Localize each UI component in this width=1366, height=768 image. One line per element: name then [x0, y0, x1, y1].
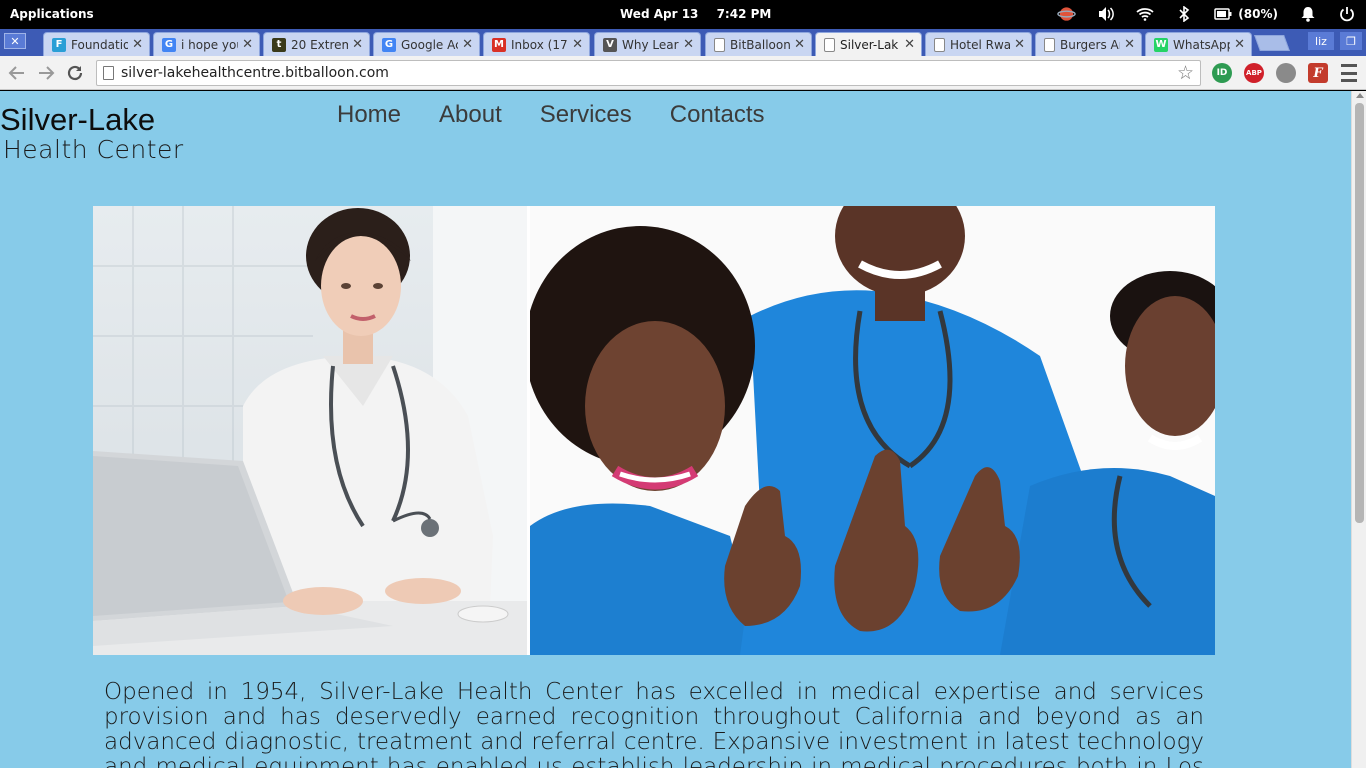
tab-favicon-icon: M — [492, 37, 506, 52]
tab-title: Silver-Lak — [840, 37, 899, 52]
hero-photo-nurses — [530, 206, 1215, 655]
browser-tab[interactable]: Silver-Lak ✕ — [815, 32, 922, 56]
applications-menu[interactable]: Applications — [10, 7, 94, 21]
extension-gear-icon[interactable] — [1276, 63, 1296, 83]
browser-menu-icon[interactable] — [1341, 64, 1357, 82]
nav-link-services[interactable]: Services — [540, 101, 632, 129]
tab-title: 20 Extrem — [291, 37, 349, 52]
browser-tab[interactable]: Gi hope you ✕ — [153, 32, 260, 56]
nav-link-home[interactable]: Home — [337, 101, 401, 129]
tab-title: Hotel Rwa — [950, 37, 1011, 52]
extension-id-icon[interactable]: ID — [1212, 63, 1232, 83]
tab-title: Inbox (17 — [511, 37, 568, 52]
tab-close-icon[interactable]: ✕ — [1014, 37, 1025, 52]
tab-close-icon[interactable]: ✕ — [1234, 37, 1245, 52]
tab-title: i hope you — [181, 37, 239, 52]
weather-icon[interactable] — [1057, 5, 1077, 23]
tab-close-icon[interactable]: ✕ — [572, 37, 583, 52]
page-icon — [103, 66, 114, 80]
browser-tab-strip: ✕ FFoundation✕Gi hope you✕t20 Extrem✕GGo… — [0, 29, 1366, 56]
browser-tab[interactable]: t 20 Extrem ✕ — [263, 32, 370, 56]
system-tray: (80%) — [1037, 5, 1356, 23]
tab-close-icon[interactable]: ✕ — [462, 37, 473, 52]
browser-tab[interactable]: W WhatsApp ✕ — [1145, 32, 1252, 56]
bluetooth-icon[interactable] — [1174, 5, 1193, 23]
forward-arrow-icon — [39, 66, 55, 80]
volume-icon[interactable] — [1096, 5, 1115, 23]
tab-favicon-icon: V — [603, 37, 617, 52]
browser-tab[interactable]: Hotel Rwa ✕ — [925, 32, 1032, 56]
back-button[interactable] — [6, 62, 28, 84]
tab-title: Google Ac — [401, 37, 459, 52]
tab-close-icon[interactable]: ✕ — [794, 37, 805, 52]
scrollbar-thumb[interactable] — [1355, 103, 1364, 523]
site-brand-subtitle: Health Center — [3, 135, 184, 164]
intro-paragraph: Opened in 1954, Silver-Lake Health Cente… — [104, 679, 1204, 768]
tab-favicon-icon: G — [382, 37, 396, 52]
nav-link-contacts[interactable]: Contacts — [670, 101, 765, 129]
tab-favicon-icon — [934, 37, 945, 52]
window-restore-button[interactable]: ❐ — [1340, 32, 1362, 50]
nav-link-about[interactable]: About — [439, 101, 502, 129]
browser-tab[interactable]: BitBalloon ✕ — [705, 32, 812, 56]
tab-close-icon[interactable]: ✕ — [132, 37, 143, 52]
bookmark-star-icon[interactable]: ☆ — [1177, 62, 1194, 84]
forward-button[interactable] — [35, 62, 57, 84]
tab-favicon-icon — [714, 37, 725, 52]
tab-title: Burgers Ar — [1060, 37, 1121, 52]
reload-icon — [67, 65, 83, 81]
tab-favicon-icon: F — [52, 37, 66, 52]
site-nav: Home About Services Contacts — [337, 101, 803, 129]
notification-bell-icon[interactable] — [1298, 5, 1317, 23]
page-scrollbar[interactable] — [1351, 91, 1366, 768]
wifi-icon[interactable] — [1135, 5, 1154, 23]
tab-title: Foundation — [71, 37, 128, 52]
extension-f-icon[interactable]: F — [1308, 63, 1328, 83]
address-bar[interactable]: silver-lakehealthcentre.bitballoon.com ☆ — [96, 60, 1201, 86]
tab-close-icon[interactable]: ✕ — [1124, 37, 1135, 52]
reload-button[interactable] — [64, 62, 86, 84]
battery-percent: (80%) — [1238, 7, 1278, 21]
browser-tab[interactable]: V Why Learn ✕ — [594, 32, 701, 56]
system-clock[interactable]: Wed Apr 13 7:42 PM — [620, 7, 771, 21]
browser-tab[interactable]: Burgers Ar ✕ — [1035, 32, 1142, 56]
tab-close-icon[interactable]: ✕ — [352, 37, 363, 52]
tab-title: WhatsApp — [1173, 37, 1231, 52]
scroll-up-arrow-icon[interactable] — [1356, 93, 1364, 98]
site-brand-title[interactable]: Silver-Lake — [0, 102, 155, 138]
hero-image — [93, 206, 1215, 655]
browser-tab[interactable]: G Google Ac ✕ — [373, 32, 480, 56]
url-text[interactable]: silver-lakehealthcentre.bitballoon.com — [121, 65, 389, 81]
hero-photo-doctor — [93, 206, 527, 655]
tab-title: Why Learn — [622, 37, 679, 52]
system-panel: Applications Wed Apr 13 7:42 PM (80%) — [0, 0, 1366, 29]
power-icon[interactable] — [1337, 5, 1356, 23]
window-close-button[interactable]: ✕ — [4, 33, 26, 49]
new-tab-button[interactable] — [1254, 35, 1290, 51]
clock-time: 7:42 PM — [716, 7, 772, 21]
tab-favicon-icon: W — [1154, 37, 1168, 52]
clock-date: Wed Apr 13 — [620, 7, 699, 21]
tab-favicon-icon — [1044, 37, 1055, 52]
tab-close-icon[interactable]: ✕ — [904, 37, 915, 52]
browser-toolbar: silver-lakehealthcentre.bitballoon.com ☆… — [0, 56, 1366, 90]
battery-icon[interactable] — [1213, 5, 1232, 23]
profile-button[interactable]: liz — [1308, 32, 1334, 50]
adblock-plus-icon[interactable]: ABP — [1244, 63, 1264, 83]
browser-tab[interactable]: F Foundation ✕ — [43, 32, 150, 56]
tab-favicon-icon: t — [272, 37, 286, 52]
browser-tab[interactable]: M Inbox (17 ✕ — [483, 32, 590, 56]
page-viewport: Silver-Lake Health Center Home About Ser… — [0, 91, 1351, 768]
back-arrow-icon — [8, 66, 24, 80]
tab-close-icon[interactable]: ✕ — [683, 37, 694, 52]
tab-favicon-icon — [824, 37, 835, 52]
tab-favicon-icon: G — [162, 37, 176, 52]
tab-close-icon[interactable]: ✕ — [242, 37, 253, 52]
tab-title: BitBalloon — [730, 37, 791, 52]
